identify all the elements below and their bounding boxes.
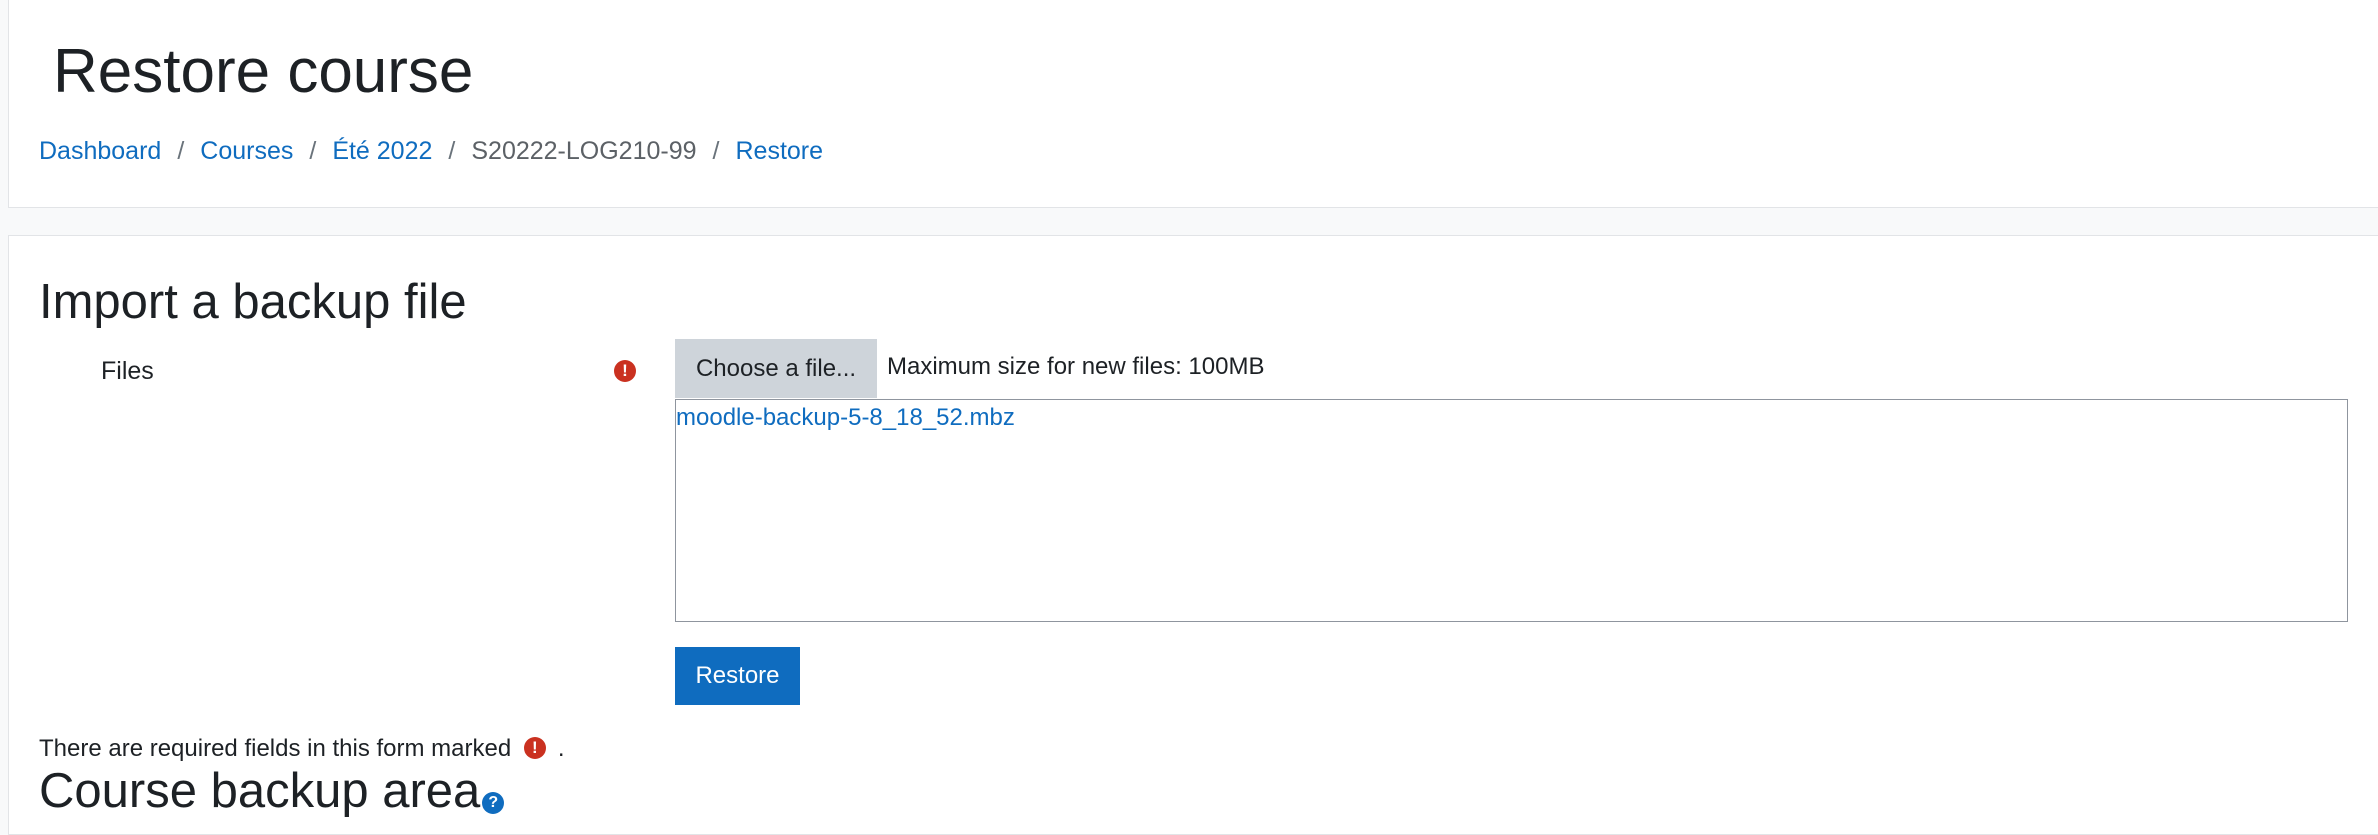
file-drop-area[interactable]: moodle-backup-5-8_18_52.mbz: [675, 399, 2348, 622]
breadcrumb-dashboard[interactable]: Dashboard: [39, 136, 161, 166]
main-content: Import a backup file Files ! Choose a fi…: [8, 235, 2378, 835]
breadcrumb-separator: /: [448, 137, 456, 165]
max-size-text: Maximum size for new files: 100MB: [887, 353, 1265, 380]
import-section-title: Import a backup file: [39, 275, 467, 329]
files-label: Files: [101, 357, 154, 385]
required-note-text: There are required fields in this form m…: [39, 735, 512, 762]
breadcrumb-separator: /: [177, 137, 185, 165]
required-icon: !: [614, 360, 636, 382]
backup-area-title: Course backup area?: [39, 761, 505, 821]
breadcrumb-category[interactable]: Été 2022: [332, 136, 432, 166]
required-note-period: .: [557, 735, 565, 762]
required-icon: !: [523, 736, 546, 759]
backup-area-title-text: Course backup area: [39, 764, 481, 818]
page-title: Restore course: [53, 37, 474, 106]
help-icon[interactable]: ?: [482, 792, 505, 814]
breadcrumb-separator: /: [309, 137, 317, 165]
choose-file-button[interactable]: Choose a file...: [675, 339, 877, 398]
restore-button[interactable]: Restore: [675, 647, 800, 705]
breadcrumb-course: S20222-LOG210-99: [471, 137, 697, 165]
breadcrumb-courses[interactable]: Courses: [200, 136, 293, 166]
breadcrumb-separator: /: [712, 137, 720, 165]
uploaded-file-link[interactable]: moodle-backup-5-8_18_52.mbz: [676, 402, 1015, 434]
breadcrumb-restore[interactable]: Restore: [735, 136, 823, 166]
page-header: Restore course Dashboard / Courses / Été…: [8, 0, 2378, 208]
required-fields-note: There are required fields in this form m…: [39, 734, 565, 764]
breadcrumb: Dashboard / Courses / Été 2022 / S20222-…: [39, 136, 823, 166]
